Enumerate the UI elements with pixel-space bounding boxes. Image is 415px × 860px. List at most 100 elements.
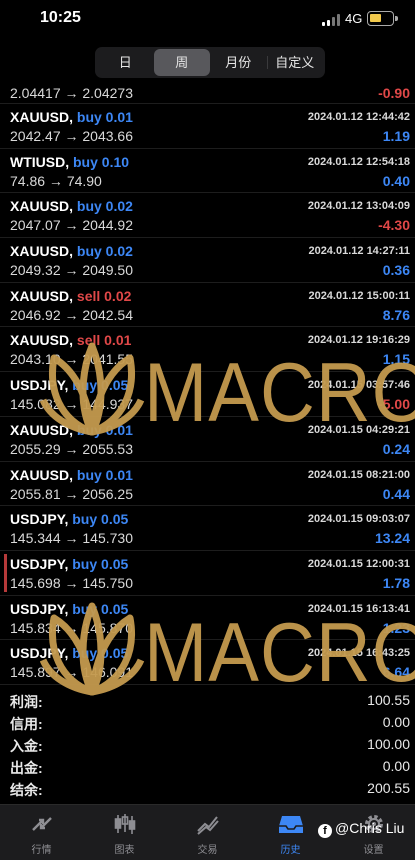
- summary-label: 结余:: [10, 782, 43, 798]
- macro-lotus-logo-icon: [40, 342, 145, 436]
- trade-profit: 13.24: [374, 530, 410, 547]
- trade-profit: 0.36: [382, 262, 410, 279]
- trade-row[interactable]: XAUUSD, buy 0.02 2024.01.12 13:04:09 2047.…: [0, 193, 415, 239]
- trade-row[interactable]: USDJPY, buy 0.05 2024.01.15 12:00:31 145.6…: [0, 551, 415, 596]
- trade-profit: 0.44: [382, 485, 410, 502]
- summary-label: 出金:: [10, 760, 43, 776]
- trade-profit: 1.19: [382, 128, 410, 144]
- trade-action: buy 0.10: [73, 153, 130, 170]
- symbol-name: XAUUSD,: [10, 243, 74, 260]
- trade-symbol: XAUUSD, buy 0.01: [10, 109, 133, 125]
- summary-value: 100.00: [367, 736, 410, 752]
- trade-timestamp: 2024.01.15 12:00:31: [307, 557, 410, 570]
- segment-month[interactable]: 月份: [210, 49, 267, 76]
- trade-prices: 2042.47 → 2043.66: [10, 128, 133, 144]
- network-type: 4G: [345, 11, 363, 26]
- trade-prices: 2055.81 → 2056.25: [10, 485, 133, 502]
- macro-watermark-bottom: MACRO: [40, 600, 415, 700]
- author-credit: f @Chris Liu: [318, 820, 404, 838]
- symbol-name: XAUUSD,: [10, 287, 74, 304]
- summary-label: 利润:: [10, 694, 43, 710]
- history-inbox-icon: [278, 816, 303, 833]
- trade-profit: -0.90: [378, 85, 410, 101]
- tab-quotes[interactable]: 行情: [0, 805, 83, 860]
- trade-symbol: WTIUSD, buy 0.10: [10, 154, 129, 170]
- trade-prices: 2049.32 → 2049.50: [10, 262, 133, 279]
- period-segmented-control: 日 周 月份 自定义: [95, 47, 325, 78]
- trade-profit: 1.78: [382, 574, 410, 591]
- summary-row: 出金: 0.00: [0, 756, 415, 778]
- trade-symbol: XAUUSD, sell 0.02: [10, 288, 131, 304]
- trade-prices: 2046.92 → 2042.54: [10, 306, 133, 323]
- trade-timestamp: 2024.01.12 15:00:11: [308, 289, 410, 302]
- trade-row[interactable]: XAUUSD, buy 0.01 2024.01.12 12:44:42 2042.…: [0, 104, 415, 149]
- trade-prices: 145.344 → 145.730: [10, 530, 133, 547]
- credit-text: @Chris Liu: [335, 820, 405, 836]
- candlestick-chart-icon: [114, 814, 135, 834]
- trade-symbol: XAUUSD, buy 0.02: [10, 243, 133, 259]
- trade-action: buy 0.01: [76, 109, 133, 125]
- tab-trade[interactable]: 交易: [166, 805, 249, 860]
- trade-row[interactable]: XAUUSD, buy 0.01 2024.01.15 08:21:00 2055.…: [0, 462, 415, 507]
- trade-timestamp: 2024.01.12 12:54:18: [307, 155, 410, 168]
- tab-label: 历史: [280, 845, 301, 856]
- segment-week[interactable]: 周: [153, 49, 210, 76]
- summary-value: 200.55: [367, 780, 410, 796]
- trade-prices: 74.86 → 74.90: [10, 172, 102, 189]
- trade-profit: 0.24: [382, 440, 410, 457]
- tab-label: 设置: [363, 845, 384, 856]
- trade-symbol: XAUUSD, buy 0.02: [10, 198, 133, 214]
- trade-row-partial[interactable]: 2.04417 → 2.04273 -0.90: [0, 82, 415, 104]
- summary-label: 信用:: [10, 716, 43, 732]
- symbol-name: XAUUSD,: [10, 466, 74, 483]
- trade-prices: 145.698 → 145.750: [10, 574, 133, 591]
- trade-row[interactable]: WTIUSD, buy 0.10 2024.01.12 12:54:18 74.86…: [0, 149, 415, 194]
- summary-label: 入金:: [10, 738, 43, 754]
- trade-action: buy 0.02: [76, 198, 133, 215]
- trade-chart-icon: [196, 816, 219, 835]
- trade-profit: 0.40: [382, 172, 410, 189]
- tab-label: 图表: [114, 845, 135, 856]
- status-time: 10:25: [40, 9, 81, 26]
- quotes-icon: [31, 817, 52, 831]
- macro-lotus-logo-icon: [40, 602, 145, 696]
- trade-symbol: USDJPY, buy 0.05: [10, 511, 128, 527]
- summary-value: 0.00: [382, 714, 410, 730]
- segment-custom[interactable]: 自定义: [266, 49, 324, 76]
- macro-watermark-top: MACRO: [40, 340, 415, 440]
- trade-prices: 2055.29 → 2055.53: [10, 440, 133, 457]
- trade-action: buy 0.01: [76, 466, 133, 483]
- trade-row[interactable]: USDJPY, buy 0.05 2024.01.15 09:03:07 145.3…: [0, 506, 415, 551]
- trade-row[interactable]: XAUUSD, sell 0.02 2024.01.12 15:00:11 2046…: [0, 283, 415, 328]
- account-summary: 利润: 100.55 信用: 0.00 入金: 100.00 出金: 0.00 结余: 200.5…: [0, 690, 415, 800]
- summary-row: 信用: 0.00: [0, 712, 415, 734]
- trade-timestamp: 2024.01.15 08:21:00: [307, 468, 410, 481]
- trade-symbol: USDJPY, buy 0.05: [10, 556, 128, 572]
- summary-row: 结余: 200.55: [0, 778, 415, 800]
- trade-timestamp: 2024.01.12 12:44:42: [307, 111, 410, 123]
- trade-timestamp: 2024.01.15 09:03:07: [307, 513, 410, 526]
- trade-action: buy 0.05: [72, 511, 129, 528]
- trade-timestamp: 2024.01.12 13:04:09: [307, 200, 410, 213]
- segment-day[interactable]: 日: [97, 49, 154, 76]
- symbol-name: WTIUSD,: [10, 153, 70, 170]
- status-bar: 10:25 4G: [0, 0, 415, 40]
- trade-symbol: XAUUSD, buy 0.01: [10, 467, 133, 483]
- trade-profit: 8.76: [382, 306, 410, 323]
- trade-prices: 2.04417 → 2.04273: [10, 85, 133, 101]
- macro-watermark-text: MACRO: [144, 346, 415, 440]
- summary-row: 入金: 100.00: [0, 734, 415, 756]
- trade-row[interactable]: XAUUSD, buy 0.02 2024.01.12 14:27:11 2049.…: [0, 238, 415, 283]
- tab-charts[interactable]: 图表: [83, 805, 166, 860]
- trade-timestamp: 2024.01.12 14:27:11: [308, 245, 410, 258]
- symbol-name: USDJPY,: [10, 511, 69, 528]
- symbol-name: USDJPY,: [10, 555, 69, 572]
- trade-action: buy 0.05: [72, 555, 129, 572]
- trade-prices: 2047.07 → 2044.92: [10, 217, 133, 234]
- trade-profit: -4.30: [378, 217, 410, 234]
- tab-label: 行情: [31, 845, 52, 856]
- macro-watermark-text: MACRO: [144, 606, 415, 700]
- cellular-signal-icon: [322, 14, 340, 26]
- symbol-name: XAUUSD,: [10, 198, 74, 215]
- trade-action: sell 0.02: [76, 287, 132, 304]
